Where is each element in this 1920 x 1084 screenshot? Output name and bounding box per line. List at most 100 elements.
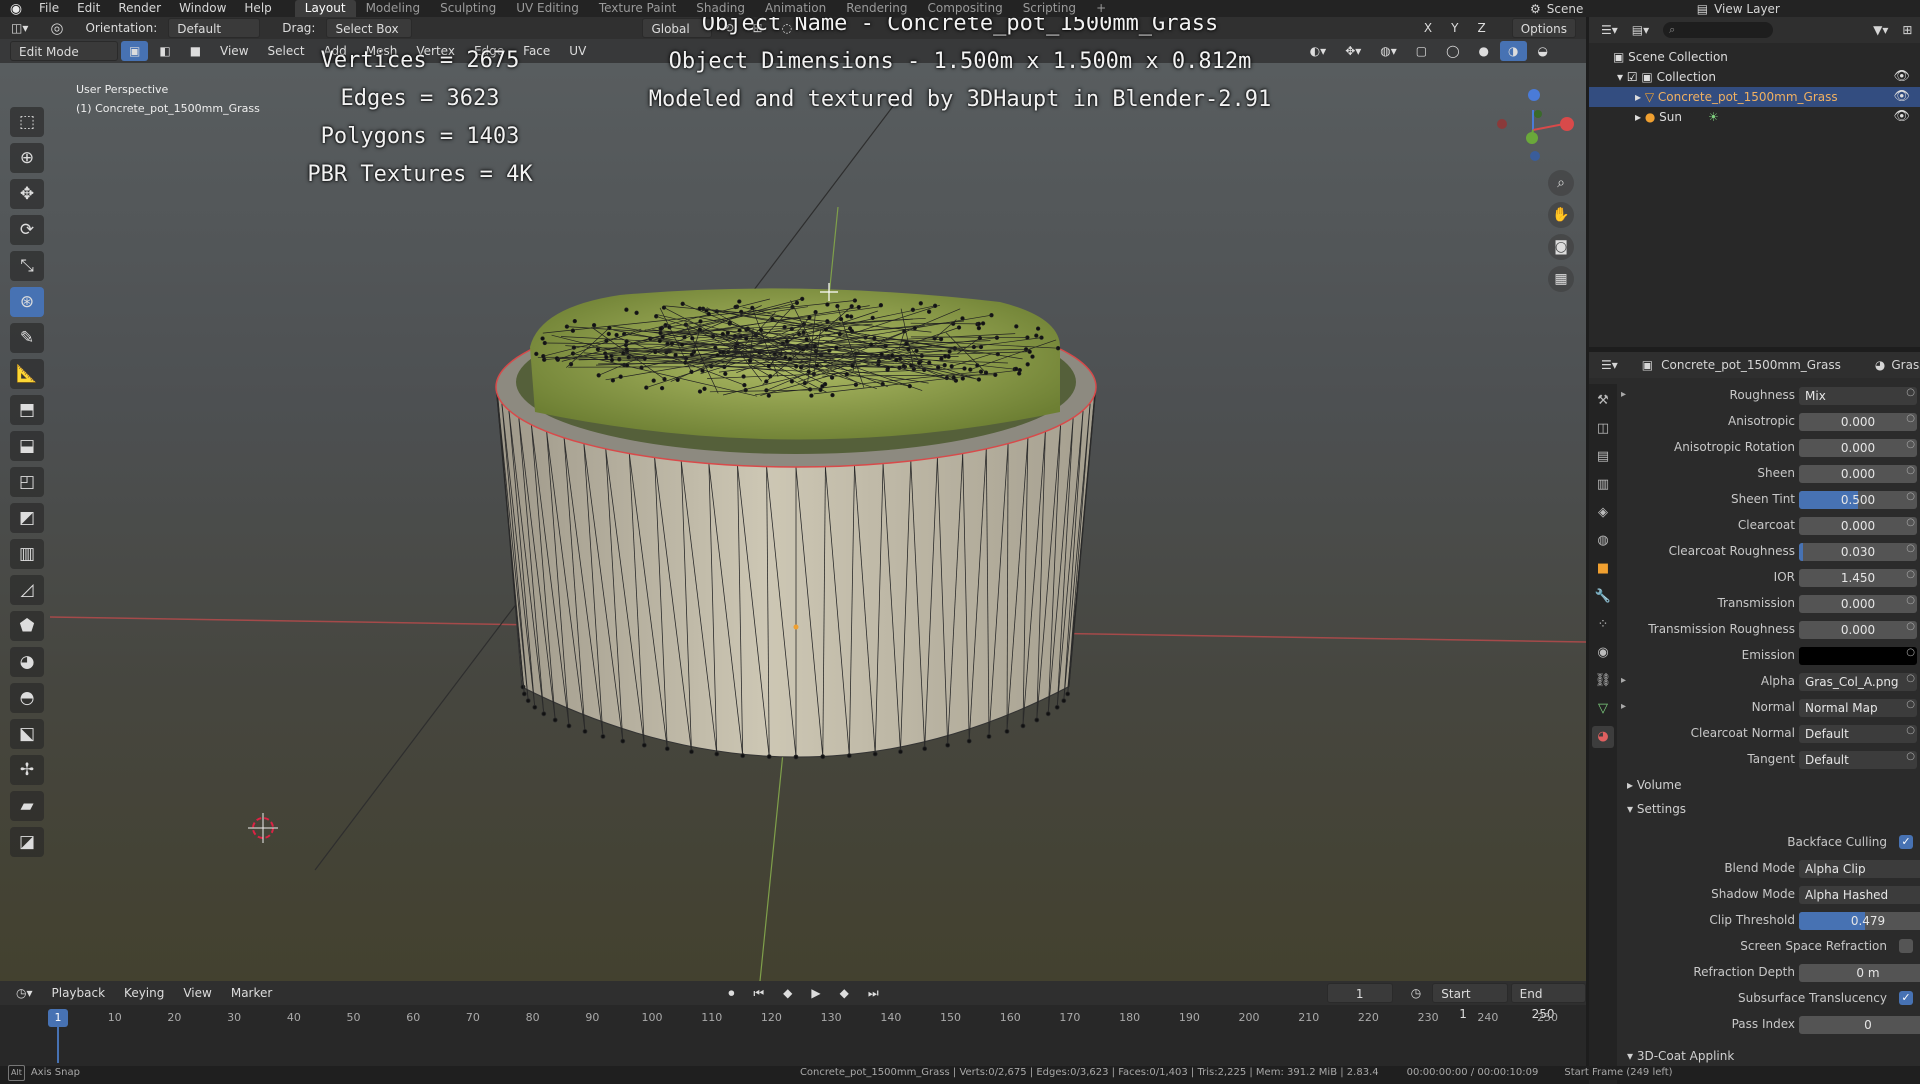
menu-file[interactable]: File	[30, 0, 68, 17]
jump-start-icon[interactable]: ⏮	[745, 983, 772, 1003]
tab-sculpting[interactable]: Sculpting	[430, 0, 506, 17]
tab-scripting[interactable]: Scripting	[1013, 0, 1086, 17]
coat-applink-section[interactable]: ▾ 3D-Coat Applink	[1627, 1049, 1734, 1063]
menu-uv[interactable]: UV	[561, 41, 594, 61]
menu-edit[interactable]: Edit	[68, 0, 109, 17]
timeline-ruler[interactable]: 1102030405060708090100110120130140150160…	[0, 1009, 1586, 1029]
eye-icon[interactable]: 👁	[1893, 87, 1910, 107]
keyframe-dot-icon[interactable]: ○	[1906, 439, 1915, 450]
grid-icon[interactable]: ▦	[1548, 266, 1574, 292]
outliner-item-sun[interactable]: ▸ ● Sun ☀ 👁	[1589, 107, 1920, 127]
checkbox-icon[interactable]: ☑	[1627, 70, 1642, 84]
physics-tab-icon[interactable]: ◉	[1592, 642, 1614, 664]
current-frame-field[interactable]: 1	[1326, 983, 1393, 1003]
axis-z-toggle[interactable]: Z	[1469, 18, 1493, 38]
bevel-tool-icon[interactable]: ◩	[10, 503, 44, 533]
smooth-tool-icon[interactable]: ◓	[10, 683, 44, 713]
keyframe-dot-icon[interactable]: ○	[1906, 491, 1915, 502]
expand-arrow-icon[interactable]: ▸	[1621, 384, 1626, 406]
properties-editor-icon[interactable]: ☰▾	[1601, 358, 1618, 372]
pan-hand-icon[interactable]: ✋	[1548, 202, 1574, 228]
keyframe-dot-icon[interactable]: ○	[1906, 465, 1915, 476]
measure-tool-icon[interactable]: 📐	[10, 359, 44, 389]
backface-culling-checkbox[interactable]: ✓	[1899, 835, 1913, 849]
menu-render[interactable]: Render	[109, 0, 170, 17]
prev-keyframe-icon[interactable]: ◆	[775, 983, 800, 1003]
3d-viewport[interactable]: ◫▾ ◎ Orientation: Default Drag: Select B…	[0, 17, 1586, 981]
tool-tab-icon[interactable]: ⚒	[1592, 390, 1614, 412]
extrude-tool-icon[interactable]: ⬓	[10, 431, 44, 461]
options-button[interactable]: Options	[1511, 18, 1576, 38]
edge-select-icon[interactable]: ◧	[151, 41, 178, 61]
mode-select[interactable]: Edit Mode	[10, 41, 118, 61]
expand-arrow-icon[interactable]: ▸	[1621, 696, 1626, 718]
outliner-editor-icon[interactable]: ☰▾	[1601, 23, 1618, 37]
xray-icon[interactable]: ▢	[1408, 41, 1435, 61]
editor-type-icon[interactable]: ◫▾	[3, 18, 36, 38]
add-workspace-button[interactable]: +	[1086, 0, 1116, 17]
sss-checkbox[interactable]: ✓	[1899, 991, 1913, 1005]
data-tab-icon[interactable]: ▽	[1592, 698, 1614, 720]
scene-name[interactable]: Scene	[1547, 2, 1647, 16]
menu-view[interactable]: View	[212, 41, 256, 61]
edge-slide-tool-icon[interactable]: ⬕	[10, 719, 44, 749]
tool-icon[interactable]: ◎	[50, 19, 63, 37]
property-slider[interactable]: 0.000	[1799, 413, 1917, 431]
keyframe-dot-icon[interactable]: ○	[1906, 673, 1915, 684]
scale-tool-icon[interactable]: ⤡	[10, 251, 44, 281]
keyframe-dot-icon[interactable]: ○	[1906, 621, 1915, 632]
expand-arrow-icon[interactable]: ▸	[1621, 670, 1626, 692]
emission-color-swatch[interactable]	[1799, 647, 1917, 665]
3d-cursor-icon[interactable]	[248, 813, 278, 843]
menu-help[interactable]: Help	[235, 0, 280, 17]
outliner-search-input[interactable]: ⌕	[1663, 22, 1774, 38]
property-slider[interactable]: 0.000	[1799, 517, 1917, 535]
expand-arrow-icon[interactable]: ▾	[1617, 70, 1627, 84]
knife-tool-icon[interactable]: ◿	[10, 575, 44, 605]
menu-keying[interactable]: Keying	[116, 983, 172, 1003]
navigation-gizmo[interactable]	[1497, 89, 1574, 161]
rotate-tool-icon[interactable]: ⟳	[10, 215, 44, 245]
property-slider[interactable]: 0.000	[1799, 621, 1917, 639]
refraction-depth-field[interactable]: 0 m	[1799, 964, 1920, 982]
scene-collection-row[interactable]: ▣ Scene Collection	[1589, 47, 1920, 67]
new-collection-icon[interactable]: ⊞	[1902, 23, 1912, 37]
clip-threshold-slider[interactable]: 0.479	[1799, 912, 1920, 930]
property-slider[interactable]: 0.030	[1799, 543, 1917, 561]
loop-cut-tool-icon[interactable]: ▥	[10, 539, 44, 569]
select-box-icon[interactable]: ⬚	[10, 107, 44, 137]
keyframe-dot-icon[interactable]: ○	[1906, 647, 1915, 658]
clock-icon[interactable]: ◷	[1403, 983, 1429, 1003]
menu-marker[interactable]: Marker	[223, 983, 280, 1003]
tab-animation[interactable]: Animation	[755, 0, 836, 17]
blender-logo-icon[interactable]: ◉	[8, 1, 24, 17]
zoom-icon[interactable]: ⌕	[1548, 170, 1574, 196]
particles-tab-icon[interactable]: ⁘	[1592, 614, 1614, 636]
keyframe-dot-icon[interactable]: ○	[1906, 699, 1915, 710]
axis-x-toggle[interactable]: X	[1416, 18, 1440, 38]
keyframe-dot-icon[interactable]: ○	[1906, 569, 1915, 580]
settings-section[interactable]: ▾ Settings	[1627, 802, 1686, 816]
record-icon[interactable]: ⏺	[720, 983, 742, 1003]
property-value[interactable]: Mix	[1799, 387, 1917, 405]
collection-row[interactable]: ▾ ☑ ▣ Collection 👁	[1589, 67, 1920, 87]
transform-tool-icon[interactable]: ⊛	[10, 287, 44, 317]
property-value[interactable]: Default	[1799, 751, 1917, 769]
property-value[interactable]: Default	[1799, 725, 1917, 743]
drag-select[interactable]: Select Box	[326, 18, 413, 38]
tab-shading[interactable]: Shading	[686, 0, 755, 17]
tab-texture-paint[interactable]: Texture Paint	[589, 0, 686, 17]
object-tab-icon[interactable]: ■	[1592, 558, 1614, 580]
cursor-tool-icon[interactable]: ⊕	[10, 143, 44, 173]
tab-compositing[interactable]: Compositing	[917, 0, 1012, 17]
end-frame-field[interactable]: End 250	[1510, 983, 1586, 1021]
move-tool-icon[interactable]: ✥	[10, 179, 44, 209]
spin-tool-icon[interactable]: ◕	[10, 647, 44, 677]
eye-icon[interactable]: 👁	[1893, 107, 1910, 127]
property-slider[interactable]: 0.000	[1799, 439, 1917, 457]
wireframe-shading-icon[interactable]: ◯	[1438, 41, 1467, 61]
keyframe-dot-icon[interactable]: ○	[1906, 517, 1915, 528]
orientation-select[interactable]: Default	[168, 18, 261, 38]
rip-tool-icon[interactable]: ◪	[10, 827, 44, 857]
solid-shading-icon[interactable]: ●	[1471, 41, 1497, 61]
